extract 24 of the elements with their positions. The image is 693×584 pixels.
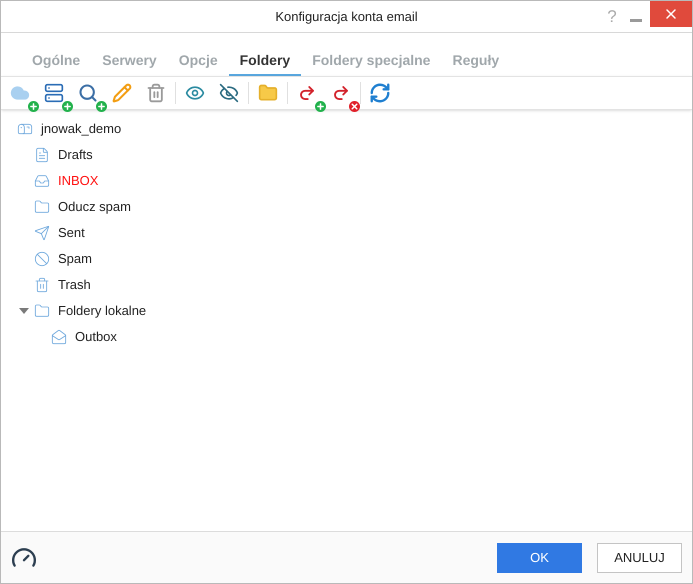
document-icon [34,147,50,163]
mailbox-icon [17,121,33,137]
expanded-arrow-icon[interactable] [19,307,29,315]
folder-label[interactable]: INBOX [58,171,98,191]
close-button[interactable] [650,1,692,27]
folder-label[interactable]: Spam [58,249,92,269]
cancel-button[interactable]: ANULUJ [597,542,682,572]
inbox-icon [34,173,50,189]
folder-icon [34,303,50,319]
paper-plane-icon [34,225,50,241]
folder-label[interactable]: Outbox [75,327,117,347]
folder-label[interactable]: Foldery lokalne [58,301,146,321]
tab[interactable]: Foldery [228,46,302,76]
ok-button[interactable]: OK [497,542,582,572]
envelope-icon [51,329,67,345]
window-title: Konfiguracja konta email [275,8,418,26]
blocked-icon [34,251,50,267]
folder-icon [34,199,50,215]
trash-icon [34,277,50,293]
folder-label[interactable]: Oducz spam [58,197,131,217]
folder-label[interactable]: Drafts [58,145,93,165]
folder-label[interactable]: Sent [58,223,85,243]
folder-label[interactable]: Trash [58,275,91,295]
folder-label[interactable]: jnowak_demo [41,119,122,139]
